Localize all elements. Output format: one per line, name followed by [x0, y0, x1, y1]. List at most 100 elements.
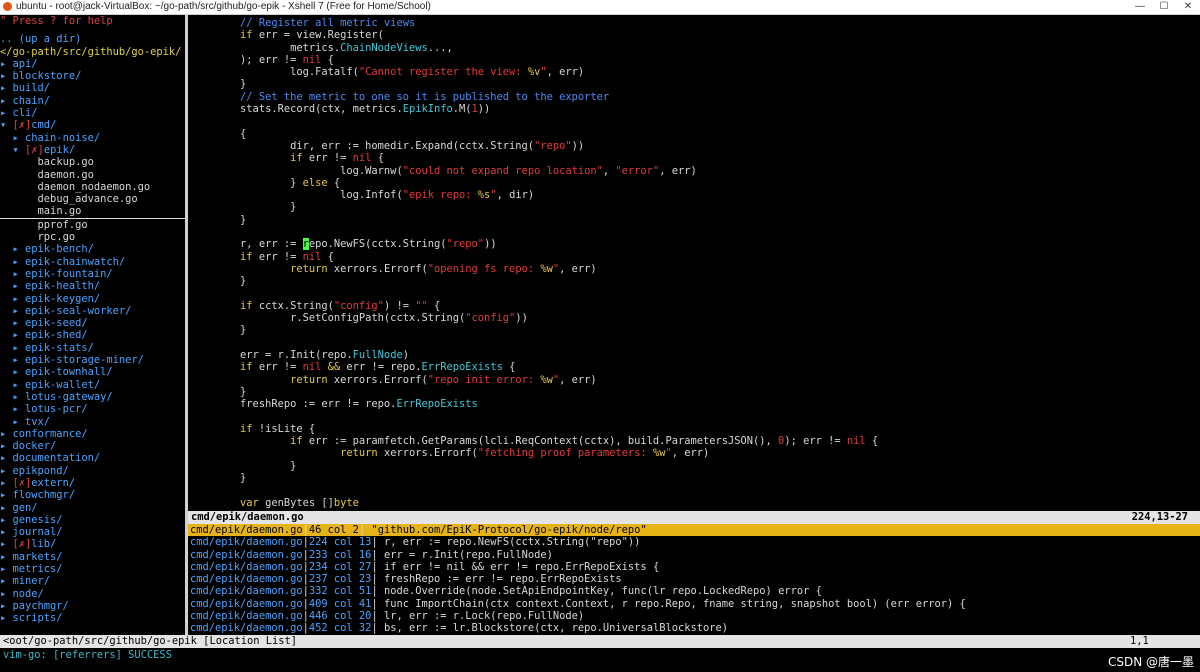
close-button[interactable]: ✕	[1176, 0, 1200, 14]
tree-arrow-icon[interactable]: ▸	[13, 317, 26, 329]
tree-arrow-icon[interactable]: ▸	[0, 588, 13, 600]
tree-dir[interactable]: ▸ epikpond/	[0, 465, 185, 477]
tree-arrow-icon[interactable]: ▸	[0, 551, 13, 563]
tree-arrow-icon[interactable]: ▸	[0, 612, 13, 624]
tree-dir[interactable]: ▸ metrics/	[0, 563, 185, 575]
tree-dir[interactable]: ▸ epik-seed/	[0, 317, 185, 329]
tree-arrow-icon[interactable]: ▸	[13, 293, 26, 305]
location-list-row[interactable]: cmd/epik/daemon.go|224 col 13| r, err :=…	[188, 536, 1200, 548]
tree-dir[interactable]: ▸ epik-health/	[0, 280, 185, 292]
tree-arrow-icon[interactable]: ▸	[0, 465, 13, 477]
tree-arrow-icon[interactable]: ▸	[13, 132, 26, 144]
tree-arrow-icon[interactable]: ▸	[0, 440, 13, 452]
tree-arrow-icon[interactable]: ▸	[0, 452, 13, 464]
tree-arrow-icon[interactable]: ▸	[13, 391, 26, 403]
location-list-row[interactable]: cmd/epik/daemon.go|446 col 20| lr, err :…	[188, 610, 1200, 622]
tree-dir[interactable]: ▾ [✗]cmd/	[0, 119, 185, 131]
tree-dir[interactable]: ▸ genesis/	[0, 514, 185, 526]
tree-file[interactable]: pprof.go	[0, 219, 185, 231]
location-list-row[interactable]: cmd/epik/daemon.go|234 col 27| if err !=…	[188, 561, 1200, 573]
tree-arrow-icon[interactable]: ▸	[0, 502, 13, 514]
minimize-button[interactable]: —	[1128, 0, 1152, 14]
tree-dir[interactable]: ▸ conformance/	[0, 428, 185, 440]
tree-dir[interactable]: ▸ chain-noise/	[0, 132, 185, 144]
tree-dir[interactable]: ▸ [✗]lib/	[0, 538, 185, 550]
tree-dir[interactable]: ▸ tvx/	[0, 416, 185, 428]
location-list-row[interactable]: cmd/epik/daemon.go|46 col 2| "github.com…	[188, 524, 1200, 537]
tree-dir[interactable]: ▸ lotus-pcr/	[0, 403, 185, 415]
tree-arrow-icon[interactable]: ▸	[0, 58, 13, 70]
tree-dir[interactable]: ▸ epik-townhall/	[0, 366, 185, 378]
tree-arrow-icon[interactable]: ▸	[0, 95, 13, 107]
tree-dir[interactable]: ▸ epik-keygen/	[0, 293, 185, 305]
tree-dir[interactable]: ▸ epik-seal-worker/	[0, 305, 185, 317]
tree-arrow-icon[interactable]: ▸	[13, 280, 26, 292]
location-list-row[interactable]: cmd/epik/daemon.go|237 col 23| freshRepo…	[188, 573, 1200, 585]
tree-arrow-icon[interactable]: ▸	[13, 379, 26, 391]
tree-arrow-icon[interactable]: ▾	[13, 144, 26, 156]
tree-dir[interactable]: ▸ node/	[0, 588, 185, 600]
tree-arrow-icon[interactable]: ▸	[13, 243, 26, 255]
tree-dir[interactable]: ▸ scripts/	[0, 612, 185, 624]
tree-dir[interactable]: ▸ build/	[0, 82, 185, 94]
tree-arrow-icon[interactable]: ▸	[13, 366, 26, 378]
tree-dir[interactable]: ▸ epik-wallet/	[0, 379, 185, 391]
window-titlebar[interactable]: ubuntu - root@jack-VirtualBox: ~/go-path…	[0, 0, 1200, 15]
tree-dir[interactable]: ▸ api/	[0, 58, 185, 70]
tree-arrow-icon[interactable]: ▸	[13, 354, 26, 366]
tree-file[interactable]: main.go	[0, 205, 185, 219]
tree-arrow-icon[interactable]: ▸	[13, 342, 26, 354]
tree-dir[interactable]: ▸ epik-shed/	[0, 329, 185, 341]
nerdtree-up-dir[interactable]: .. (up a dir)	[0, 33, 185, 45]
terminal-area[interactable]: " Press ? for help .. (up a dir) </go-pa…	[0, 15, 1200, 672]
tree-arrow-icon[interactable]: ▸	[0, 82, 13, 94]
tree-dir[interactable]: ▸ blockstore/	[0, 70, 185, 82]
location-list[interactable]: cmd/epik/daemon.go|46 col 2| "github.com…	[188, 524, 1200, 635]
tree-arrow-icon[interactable]: ▸	[0, 526, 13, 538]
tree-arrow-icon[interactable]: ▸	[0, 477, 13, 489]
tree-file[interactable]: backup.go	[0, 156, 185, 168]
tree-arrow-icon[interactable]: ▸	[0, 428, 13, 440]
tree-arrow-icon[interactable]: ▾	[0, 119, 13, 131]
tree-dir[interactable]: ▸ epik-fountain/	[0, 268, 185, 280]
tree-arrow-icon[interactable]: ▸	[0, 575, 13, 587]
maximize-button[interactable]: ☐	[1152, 0, 1176, 14]
location-list-row[interactable]: cmd/epik/daemon.go|409 col 41| func Impo…	[188, 598, 1200, 610]
tree-arrow-icon[interactable]: ▸	[0, 489, 13, 501]
location-list-row[interactable]: cmd/epik/daemon.go|233 col 16| err = r.I…	[188, 549, 1200, 561]
tree-dir[interactable]: ▸ markets/	[0, 551, 185, 563]
vim-command-line[interactable]: vim-go: [referrers] SUCCESS	[3, 649, 172, 662]
tree-arrow-icon[interactable]: ▸	[0, 70, 13, 82]
tree-arrow-icon[interactable]: ▸	[13, 256, 26, 268]
tree-arrow-icon[interactable]: ▸	[0, 514, 13, 526]
location-list-row[interactable]: cmd/epik/daemon.go|452 col 32| bs, err :…	[188, 622, 1200, 634]
location-list-row[interactable]: cmd/epik/daemon.go|332 col 51| node.Over…	[188, 585, 1200, 597]
tree-arrow-icon[interactable]: ▸	[13, 403, 26, 415]
code-editor[interactable]: // Register all metric views if err = vi…	[190, 17, 1200, 511]
tree-file[interactable]: rpc.go	[0, 231, 185, 243]
tree-arrow-icon[interactable]: ▸	[13, 268, 26, 280]
tree-dir[interactable]: ▾ [✗]epik/	[0, 144, 185, 156]
tree-arrow-icon[interactable]: ▸	[13, 416, 26, 428]
tree-file[interactable]: daemon.go	[0, 169, 185, 181]
tree-dir[interactable]: ▸ [✗]extern/	[0, 477, 185, 489]
tree-arrow-icon[interactable]: ▸	[0, 563, 13, 575]
tree-dir[interactable]: ▸ epik-bench/	[0, 243, 185, 255]
tree-dir[interactable]: ▸ journal/	[0, 526, 185, 538]
tree-dir[interactable]: ▸ paychmgr/	[0, 600, 185, 612]
tree-arrow-icon[interactable]: ▸	[0, 538, 13, 550]
tree-arrow-icon[interactable]: ▸	[0, 107, 13, 119]
tree-dir[interactable]: ▸ flowchmgr/	[0, 489, 185, 501]
tree-arrow-icon[interactable]: ▸	[13, 305, 26, 317]
tree-arrow-icon[interactable]: ▸	[13, 329, 26, 341]
tree-file[interactable]: debug_advance.go	[0, 193, 185, 205]
tree-dir[interactable]: ▸ documentation/	[0, 452, 185, 464]
tree-dir[interactable]: ▸ cli/	[0, 107, 185, 119]
tree-arrow-icon[interactable]: ▸	[0, 600, 13, 612]
tree-dir[interactable]: ▸ epik-chainwatch/	[0, 256, 185, 268]
tree-dir[interactable]: ▸ epik-stats/	[0, 342, 185, 354]
tree-dir[interactable]: ▸ docker/	[0, 440, 185, 452]
tree-dir[interactable]: ▸ epik-storage-miner/	[0, 354, 185, 366]
tree-dir[interactable]: ▸ gen/	[0, 502, 185, 514]
tree-dir[interactable]: ▸ lotus-gateway/	[0, 391, 185, 403]
